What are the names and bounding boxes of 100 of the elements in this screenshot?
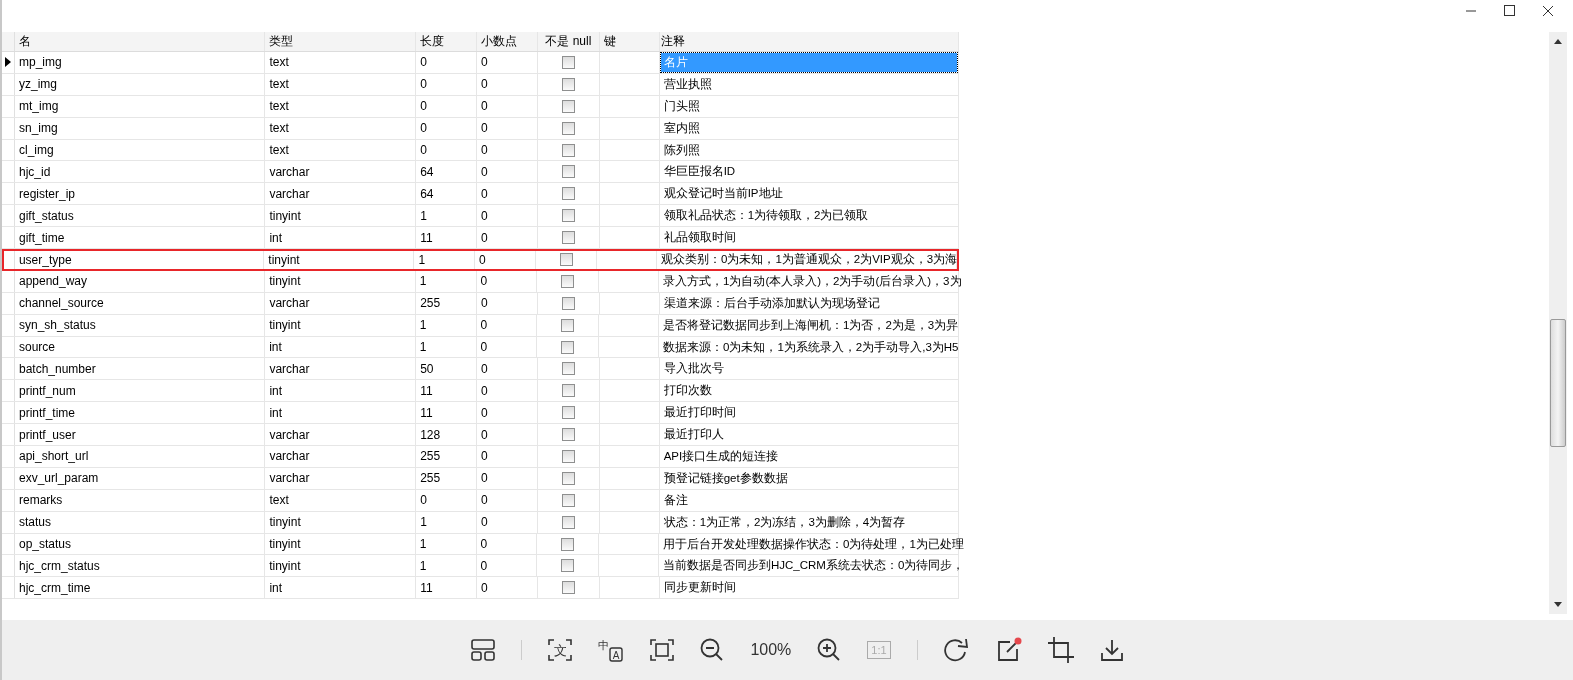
checkbox[interactable] [561,493,575,507]
close-icon[interactable] [1542,5,1554,17]
checkbox[interactable] [559,253,573,267]
checkbox[interactable] [561,187,575,201]
checkbox[interactable] [561,537,575,551]
column-header[interactable]: 长度 [416,32,477,51]
table-cell: int [265,336,416,358]
table-cell: hjc_crm_time [14,577,266,599]
table-row[interactable]: hjc_crm_status tinyint 1 0 当前数据是否同步到HJC_CRM系统去状态：0为待同步， [2,555,959,578]
table-row[interactable]: syn_sh_status tinyint 1 0 是否将登记数据同步到上海闸机：1为否，2为是，3为异 [2,314,959,337]
table-row[interactable]: printf_time int 11 0 最近打印时间 [2,402,959,425]
table-cell: 1 [416,511,477,533]
table-cell: tinyint [265,511,417,533]
checkbox[interactable] [561,55,575,69]
table-cell: 0 [416,117,477,139]
checkbox[interactable] [561,77,575,91]
table-cell-text: 预登记链接get参数数据 [662,470,789,486]
checkbox[interactable] [561,231,575,245]
table-row[interactable]: register_ip varchar 64 0 观众登记时当前IP地址 [2,183,959,206]
table-row[interactable]: remarks text 0 0 备注 [2,489,959,512]
zoom-in-icon[interactable] [817,638,842,662]
vertical-scrollbar[interactable] [1549,32,1567,614]
fit-screen-icon[interactable] [650,639,675,661]
checkbox[interactable] [561,406,575,420]
column-header[interactable]: 类型 [265,32,417,51]
table-cell: 0 [477,577,538,599]
checkbox[interactable] [561,143,575,157]
rotate-icon[interactable] [943,638,970,662]
table-cell-text: 备注 [662,492,689,508]
table-cell: op_status [14,533,266,555]
highlighted-row[interactable]: user_type tinyint 1 0 观众类别：0为未知，1为普通观众，2为VIP观众，3为海 [2,249,959,271]
layout-icon[interactable] [471,639,496,661]
table-cell: printf_user [14,424,266,446]
column-header[interactable]: 注释 [659,32,959,51]
scroll-down-icon[interactable] [1554,602,1562,607]
checkbox[interactable] [561,449,575,463]
checkbox[interactable] [561,99,575,113]
column-header[interactable]: 小数点 [477,32,538,51]
checkbox[interactable] [561,165,575,179]
table-cell: 128 [416,424,477,446]
checkbox[interactable] [561,121,575,135]
checkbox[interactable] [561,274,575,288]
checkbox[interactable] [561,318,575,332]
table-row[interactable]: mt_img text 0 0 门头照 [2,95,959,118]
edit-icon[interactable] [995,637,1022,663]
checkbox[interactable] [561,471,575,485]
table-cell: 0 [476,555,538,577]
table-cell: register_ip [14,183,266,205]
checkbox[interactable] [561,559,575,573]
table-cell: int [265,577,417,599]
maximize-icon[interactable] [1504,5,1515,16]
checkbox[interactable] [561,362,575,376]
checkbox[interactable] [561,296,575,310]
table-row[interactable]: source int 1 0 数据来源：0为未知，1为系统录入，2为手动导入,3为H5 [2,336,959,359]
zoom-out-icon[interactable] [700,638,725,662]
table-row[interactable]: hjc_crm_time int 11 0 同步更新时间 [2,577,959,600]
table-row[interactable]: append_way tinyint 1 0 录入方式，1为自动(本人录入)，2为手动(后台录入)，3为 [2,270,959,293]
table-row[interactable]: cl_img text 0 0 陈列照 [2,139,959,162]
table-cell: 0 [416,73,477,95]
table-row[interactable]: printf_num int 11 0 打印次数 [2,380,959,403]
table-row[interactable]: api_short_url varchar 255 0 API接口生成的短连接 [2,446,959,468]
table-row[interactable]: gift_status tinyint 1 0 领取礼品状态：1为待领取，2为已领取 [2,205,959,228]
table-row[interactable]: channel_source varchar 255 0 渠道来源：后台手动添加默认为现场登记 [2,292,959,315]
table-cell: 0 [477,205,538,227]
table-cell: 0 [477,95,538,117]
table-cell: int [265,227,417,248]
table-row[interactable]: printf_user varchar 128 0 最近打印人 [2,424,959,447]
checkbox[interactable] [561,515,575,529]
table-row[interactable]: hjc_id varchar 64 0 华巨臣报名ID [2,161,959,184]
table-row[interactable]: sn_img text 0 0 室内照 [2,117,959,140]
scroll-up-icon[interactable] [1554,39,1562,44]
scrollbar-thumb[interactable] [1550,319,1566,447]
row-pointer-icon [5,57,11,68]
table-row[interactable]: exv_url_param varchar 255 0 预登记链接get参数数据 [2,467,959,490]
download-icon[interactable] [1099,638,1124,662]
table-cell: 0 [416,95,477,117]
table-cell: remarks [14,489,266,511]
table-row[interactable]: status tinyint 1 0 状态：1为正常，2为冻结，3为删除，4为暂存 [2,511,959,534]
table-row[interactable]: mp_img text 0 0 名片 [2,52,959,74]
table-row[interactable]: batch_number varchar 50 0 导入批次号 [2,358,959,381]
crop-icon[interactable] [1047,637,1074,663]
table-cell: printf_num [14,380,266,402]
table-cell: varchar [265,292,417,314]
checkbox[interactable] [561,428,575,442]
column-header[interactable]: 键 [599,32,660,51]
table-cell: gift_status [14,205,266,227]
table-cell: text [265,117,417,139]
checkbox[interactable] [561,209,575,223]
table-cell: 0 [477,161,538,183]
table-cell: 0 [477,227,538,248]
table-cell: 0 [416,139,477,161]
table-cell: channel_source [14,292,266,314]
checkbox[interactable] [561,384,575,398]
table-row[interactable]: yz_img text 0 0 营业执照 [2,73,959,96]
checkbox[interactable] [561,340,575,354]
checkbox[interactable] [561,581,575,595]
column-header[interactable]: 名 [14,32,266,51]
column-header[interactable]: 不是 null [537,32,600,51]
table-cell-text: 领取礼品状态：1为待领取，2为已领取 [662,208,870,224]
table-cell: 1 [415,555,477,577]
